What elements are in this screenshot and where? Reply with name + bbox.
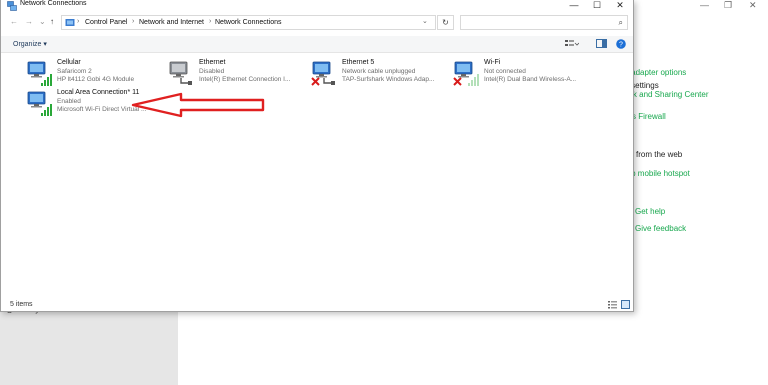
minimize-icon[interactable]: — xyxy=(563,0,585,11)
address-row: ← → ⌄ ↑ › Control Panel › Network and In… xyxy=(1,15,633,31)
connection-device: TAP-Surfshark Windows Adap... xyxy=(342,76,435,83)
breadcrumb-separator: › xyxy=(132,18,135,25)
breadcrumb-control-panel[interactable]: Control Panel xyxy=(85,19,127,26)
connection-name: Local Area Connection* 11 xyxy=(57,89,140,96)
breadcrumb-separator: › xyxy=(77,18,80,25)
close-icon[interactable]: ✕ xyxy=(609,0,631,11)
view-options-icon[interactable] xyxy=(565,39,579,49)
command-bar: Organize ▾ ? xyxy=(1,36,633,53)
connection-name: Wi-Fi xyxy=(484,59,501,66)
address-bar[interactable]: › Control Panel › Network and Internet ›… xyxy=(61,15,436,30)
connection-item[interactable]: Ethernet Disabled Intel(R) Ethernet Connec… xyxy=(167,59,303,89)
wifi-adapter-icon xyxy=(453,61,479,86)
connection-device: Intel(R) Ethernet Connection I... xyxy=(199,76,291,83)
help-from-web-heading: from the web xyxy=(636,150,683,159)
cellular-adapter-icon xyxy=(27,61,52,86)
status-bar: 5 items xyxy=(1,298,633,311)
connection-item[interactable]: Cellular Safaricom 2 HP lt4112 Gobi 4G Mod… xyxy=(25,59,161,89)
control-panel-icon xyxy=(65,19,75,26)
get-help-link[interactable]: Get help xyxy=(635,207,665,216)
chevron-down-icon[interactable]: ⌄ xyxy=(422,17,428,25)
connection-status: Network cable unplugged xyxy=(342,68,416,75)
ethernet-adapter-icon xyxy=(169,61,192,85)
window-title: Network Connections xyxy=(20,0,87,7)
wifi-direct-adapter-icon xyxy=(27,91,52,116)
annotation-arrow xyxy=(131,92,265,118)
title-bar[interactable]: Network Connections — ☐ ✕ xyxy=(1,0,633,13)
back-arrow-icon[interactable]: ← xyxy=(10,17,18,26)
give-feedback-link[interactable]: Give feedback xyxy=(635,224,686,233)
up-arrow-icon[interactable]: ↑ xyxy=(50,17,54,26)
details-view-icon[interactable] xyxy=(608,301,617,309)
forward-arrow-icon[interactable]: → xyxy=(25,17,33,26)
network-folder-icon xyxy=(7,1,17,11)
svg-text:?: ? xyxy=(619,42,623,49)
connection-status: Enabled xyxy=(57,98,81,105)
breadcrumb-network-internet[interactable]: Network and Internet xyxy=(139,19,204,26)
connection-name: Cellular xyxy=(57,59,81,66)
connection-item[interactable]: Wi-Fi Not connected Intel(R) Dual Band Wir… xyxy=(452,59,588,89)
large-icons-view-icon[interactable] xyxy=(621,300,630,309)
organize-button[interactable]: Organize ▾ xyxy=(13,40,47,48)
connection-name: Ethernet xyxy=(199,59,226,66)
maximize-icon[interactable]: ☐ xyxy=(586,0,608,11)
background-related-settings: ed settings ge adapter options work and … xyxy=(620,0,768,385)
search-input[interactable]: ⌕ xyxy=(460,15,628,30)
connection-status: Not connected xyxy=(484,68,526,75)
network-connections-window: Network Connections — ☐ ✕ ← → ⌄ ↑ › Cont… xyxy=(0,0,634,312)
connection-device: HP lt4112 Gobi 4G Module xyxy=(57,76,135,83)
connection-status: Disabled xyxy=(199,68,225,75)
help-icon[interactable]: ? xyxy=(616,39,626,49)
preview-pane-icon[interactable] xyxy=(596,39,607,48)
connection-item[interactable]: Ethernet 5 Network cable unplugged TAP-Sur… xyxy=(310,59,446,89)
connection-status: Safaricom 2 xyxy=(57,68,92,75)
items-count: 5 items xyxy=(10,301,33,308)
recent-locations-chevron-icon[interactable]: ⌄ xyxy=(39,17,46,26)
search-icon: ⌕ xyxy=(618,18,623,27)
breadcrumb-separator: › xyxy=(209,18,212,25)
connection-name: Ethernet 5 xyxy=(342,59,375,66)
ethernet-adapter-icon xyxy=(311,61,335,86)
breadcrumb-network-connections[interactable]: Network Connections xyxy=(215,19,282,26)
connection-device: Intel(R) Dual Band Wireless-A... xyxy=(484,76,577,83)
refresh-icon[interactable]: ↻ xyxy=(437,15,454,30)
